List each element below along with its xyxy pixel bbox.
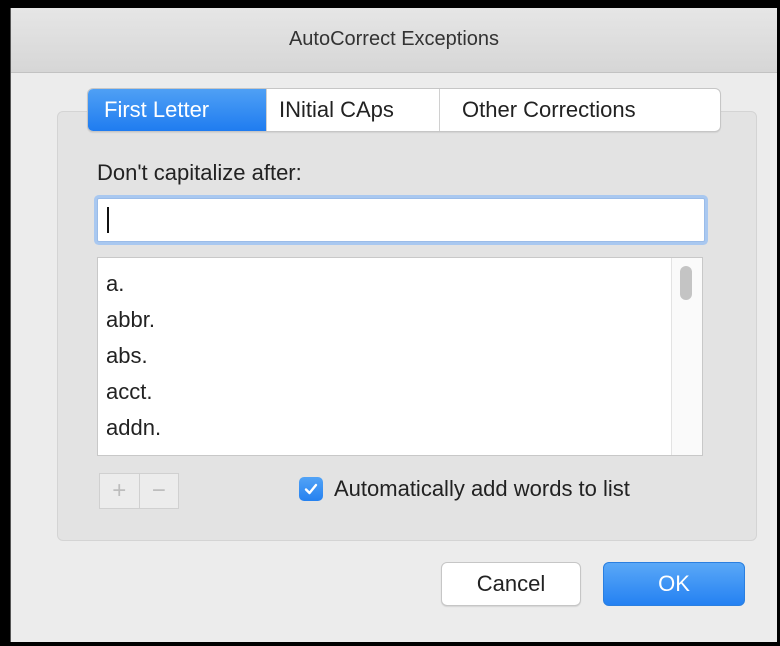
list-item[interactable]: acct. xyxy=(106,379,152,405)
list-item[interactable]: abbr. xyxy=(106,307,155,333)
title-bar[interactable]: AutoCorrect Exceptions xyxy=(11,8,777,73)
remove-button[interactable]: − xyxy=(140,474,179,508)
autocorrect-exceptions-dialog: AutoCorrect Exceptions First Letter INit… xyxy=(10,8,777,642)
tab-other-corrections[interactable]: Other Corrections xyxy=(440,89,720,131)
auto-add-label[interactable]: Automatically add words to list xyxy=(334,476,630,502)
auto-add-row: Automatically add words to list xyxy=(299,476,630,502)
tab-initial-caps[interactable]: INitial CAps xyxy=(267,89,440,131)
list-item[interactable]: addn. xyxy=(106,415,161,441)
dont-capitalize-label: Don't capitalize after: xyxy=(97,160,302,185)
text-caret xyxy=(107,207,109,233)
exceptions-list[interactable]: a. abbr. abs. acct. addn. xyxy=(97,257,703,456)
tab-bar: First Letter INitial CAps Other Correcti… xyxy=(87,88,721,132)
list-item[interactable]: abs. xyxy=(106,343,148,369)
scroll-thumb[interactable] xyxy=(680,266,692,300)
window-title: AutoCorrect Exceptions xyxy=(288,28,500,50)
ok-button[interactable]: OK xyxy=(603,562,745,606)
add-button[interactable]: + xyxy=(100,474,140,508)
add-remove-control: + − xyxy=(99,473,179,509)
checkmark-icon xyxy=(304,483,318,495)
auto-add-checkbox[interactable] xyxy=(299,477,323,501)
list-scrollbar[interactable] xyxy=(671,258,702,455)
exception-input[interactable] xyxy=(97,198,705,242)
list-item[interactable]: a. xyxy=(106,271,124,297)
tab-first-letter[interactable]: First Letter xyxy=(88,89,267,131)
cancel-button[interactable]: Cancel xyxy=(441,562,581,606)
